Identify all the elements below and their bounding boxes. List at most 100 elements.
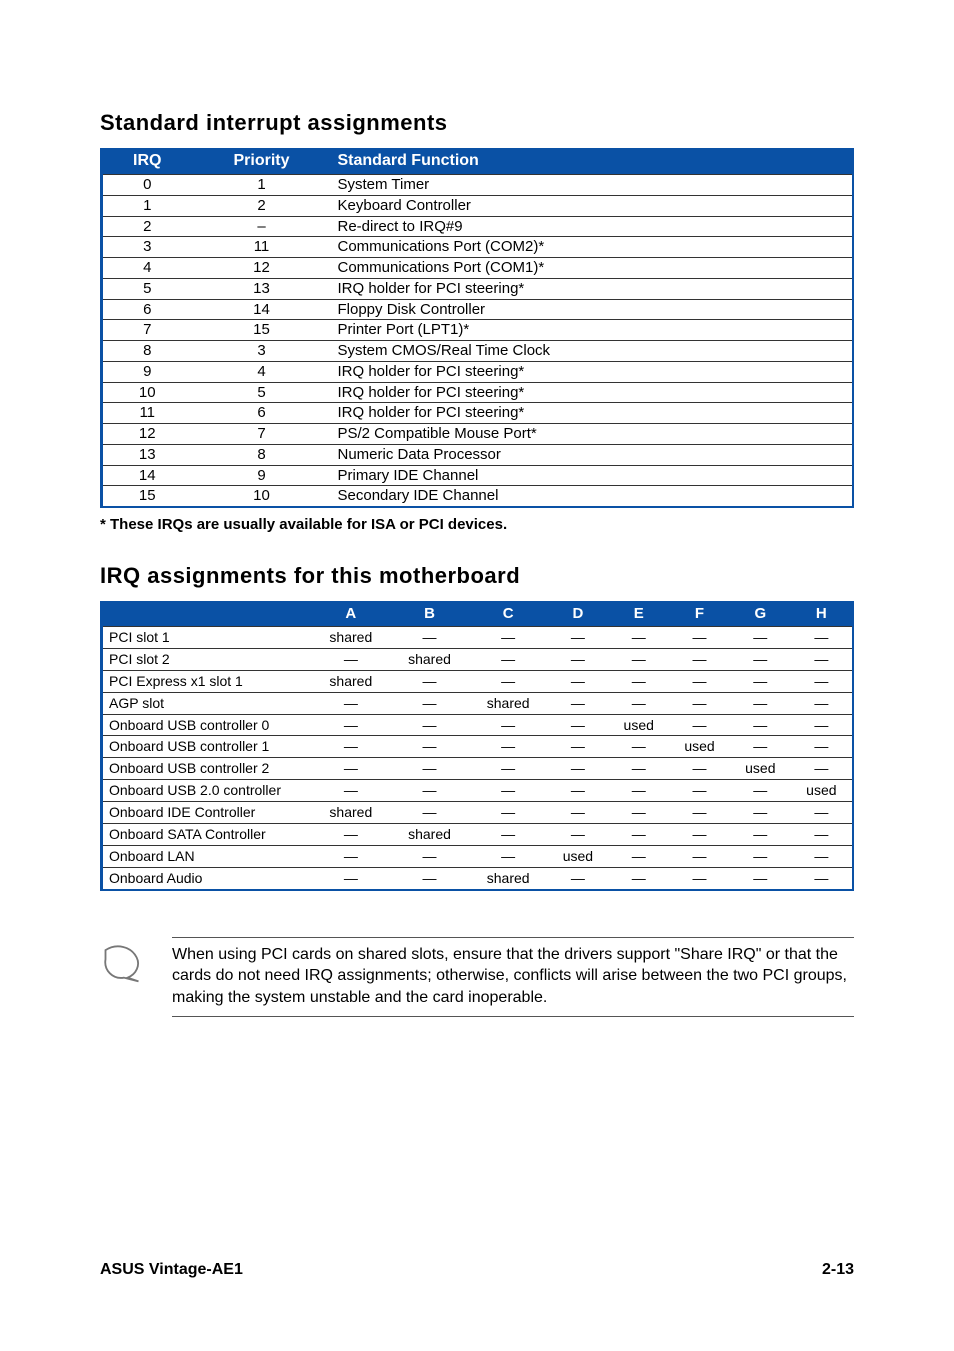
cell-value: — bbox=[390, 670, 469, 692]
cell-function: Re-direct to IRQ#9 bbox=[332, 216, 854, 237]
cell-priority: 7 bbox=[192, 424, 332, 445]
cell-value: — bbox=[608, 802, 669, 824]
cell-value: — bbox=[669, 648, 730, 670]
cell-function: Communications Port (COM1)* bbox=[332, 258, 854, 279]
th-priority: Priority bbox=[192, 148, 332, 175]
cell-value: — bbox=[469, 714, 548, 736]
cell-irq: 1 bbox=[102, 195, 192, 216]
th-col: G bbox=[730, 601, 791, 627]
cell-value: — bbox=[791, 867, 853, 889]
table-row: AGP slot——shared————— bbox=[102, 692, 854, 714]
cell-value: — bbox=[608, 692, 669, 714]
cell-value: shared bbox=[469, 867, 548, 889]
cell-value: shared bbox=[312, 670, 391, 692]
cell-value: — bbox=[608, 845, 669, 867]
cell-value: — bbox=[669, 845, 730, 867]
cell-value: — bbox=[312, 867, 391, 889]
cell-value: — bbox=[608, 758, 669, 780]
table-row: 83System CMOS/Real Time Clock bbox=[102, 341, 854, 362]
table-row: Onboard USB 2.0 controller———————used bbox=[102, 780, 854, 802]
cell-value: — bbox=[390, 627, 469, 649]
note-box: When using PCI cards on shared slots, en… bbox=[100, 937, 854, 1018]
cell-priority: 8 bbox=[192, 444, 332, 465]
cell-irq: 13 bbox=[102, 444, 192, 465]
cell-value: — bbox=[669, 867, 730, 889]
th-col: D bbox=[548, 601, 609, 627]
cell-value: — bbox=[791, 648, 853, 670]
cell-value: — bbox=[730, 692, 791, 714]
cell-value: — bbox=[548, 736, 609, 758]
footer-right: 2-13 bbox=[822, 1261, 854, 1279]
cell-priority: 2 bbox=[192, 195, 332, 216]
cell-value: — bbox=[608, 648, 669, 670]
table-row: 513IRQ holder for PCI steering* bbox=[102, 278, 854, 299]
cell-value: — bbox=[312, 692, 391, 714]
cell-value: — bbox=[390, 714, 469, 736]
cell-value: — bbox=[312, 824, 391, 846]
table-row: Onboard USB controller 2——————used— bbox=[102, 758, 854, 780]
cell-value: — bbox=[669, 627, 730, 649]
th-col: A bbox=[312, 601, 391, 627]
cell-value: — bbox=[608, 736, 669, 758]
cell-value: — bbox=[730, 802, 791, 824]
table-row: 311Communications Port (COM2)* bbox=[102, 237, 854, 258]
cell-value: — bbox=[669, 802, 730, 824]
cell-function: IRQ holder for PCI steering* bbox=[332, 361, 854, 382]
cell-irq: 12 bbox=[102, 424, 192, 445]
cell-value: used bbox=[791, 780, 853, 802]
table-row: Onboard LAN———used———— bbox=[102, 845, 854, 867]
cell-priority: 6 bbox=[192, 403, 332, 424]
cell-value: — bbox=[312, 845, 391, 867]
cell-value: shared bbox=[312, 802, 391, 824]
cell-value: — bbox=[469, 824, 548, 846]
th-col: B bbox=[390, 601, 469, 627]
cell-value: — bbox=[390, 736, 469, 758]
footnote-irqs: * These IRQs are usually available for I… bbox=[100, 516, 854, 533]
cell-value: — bbox=[469, 802, 548, 824]
table-row: 01System Timer bbox=[102, 175, 854, 196]
cell-value: — bbox=[608, 670, 669, 692]
th-col bbox=[102, 601, 312, 627]
table-row: Onboard IDE Controllershared——————— bbox=[102, 802, 854, 824]
th-col: H bbox=[791, 601, 853, 627]
cell-priority: 11 bbox=[192, 237, 332, 258]
cell-function: System CMOS/Real Time Clock bbox=[332, 341, 854, 362]
cell-value: — bbox=[730, 627, 791, 649]
cell-value: — bbox=[390, 758, 469, 780]
cell-irq: 10 bbox=[102, 382, 192, 403]
cell-value: — bbox=[791, 627, 853, 649]
cell-value: — bbox=[791, 758, 853, 780]
cell-value: — bbox=[548, 780, 609, 802]
th-function: Standard Function bbox=[332, 148, 854, 175]
table-row: Onboard USB controller 0————used——— bbox=[102, 714, 854, 736]
table-row: 94IRQ holder for PCI steering* bbox=[102, 361, 854, 382]
table-row: 149Primary IDE Channel bbox=[102, 465, 854, 486]
note-icon bbox=[100, 941, 144, 985]
cell-irq: 7 bbox=[102, 320, 192, 341]
cell-irq: 4 bbox=[102, 258, 192, 279]
cell-function: System Timer bbox=[332, 175, 854, 196]
table-row: 412Communications Port (COM1)* bbox=[102, 258, 854, 279]
cell-value: — bbox=[469, 670, 548, 692]
cell-function: Numeric Data Processor bbox=[332, 444, 854, 465]
cell-value: — bbox=[390, 780, 469, 802]
cell-priority: 1 bbox=[192, 175, 332, 196]
cell-function: PS/2 Compatible Mouse Port* bbox=[332, 424, 854, 445]
cell-priority: 9 bbox=[192, 465, 332, 486]
table-row: Onboard Audio——shared————— bbox=[102, 867, 854, 889]
cell-value: — bbox=[730, 845, 791, 867]
cell-priority: 12 bbox=[192, 258, 332, 279]
cell-value: — bbox=[548, 824, 609, 846]
cell-label: Onboard SATA Controller bbox=[102, 824, 312, 846]
cell-value: — bbox=[312, 648, 391, 670]
cell-value: — bbox=[669, 780, 730, 802]
cell-value: — bbox=[669, 758, 730, 780]
cell-value: — bbox=[730, 714, 791, 736]
table-row: Onboard SATA Controller—shared—————— bbox=[102, 824, 854, 846]
cell-value: — bbox=[390, 845, 469, 867]
cell-value: shared bbox=[390, 648, 469, 670]
cell-irq: 3 bbox=[102, 237, 192, 258]
cell-value: — bbox=[791, 845, 853, 867]
cell-irq: 0 bbox=[102, 175, 192, 196]
cell-value: — bbox=[669, 692, 730, 714]
